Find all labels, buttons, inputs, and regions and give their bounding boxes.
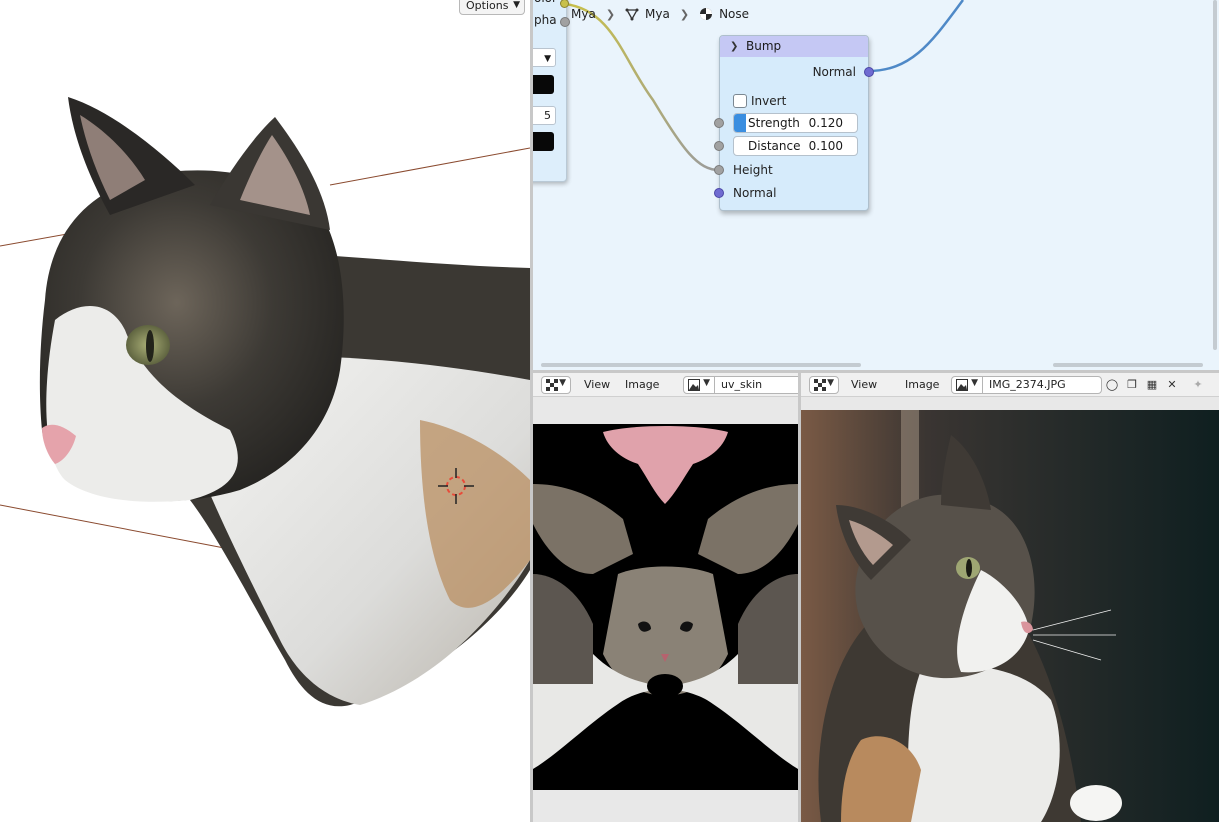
- image-name-field[interactable]: IMG_2374.JPG: [982, 376, 1102, 394]
- breadcrumb-mesh[interactable]: Mya: [645, 7, 670, 21]
- color-output-label: olor: [534, 0, 557, 5]
- cat-model-render: [0, 97, 530, 707]
- 3d-viewport[interactable]: Options ▼: [0, 0, 530, 822]
- strength-label: Strength: [748, 116, 800, 130]
- options-dropdown[interactable]: Options ▼: [459, 0, 525, 15]
- normal-output-label: Normal: [812, 65, 856, 79]
- chevron-down-icon: ▼: [544, 54, 551, 64]
- breadcrumb-material[interactable]: Nose: [719, 7, 749, 21]
- browse-image-button[interactable]: ▼: [951, 376, 983, 394]
- color-swatch-2[interactable]: [533, 132, 554, 151]
- chevron-right-icon: ❯: [679, 7, 690, 21]
- uv-image-editor[interactable]: ▼ View Image ▼ uv_skin: [533, 373, 798, 822]
- image-editor-icon: [546, 379, 558, 391]
- color-swatch[interactable]: [533, 75, 554, 94]
- distance-socket[interactable]: [714, 141, 724, 151]
- distance-field[interactable]: Distance 0.100: [733, 136, 858, 156]
- browse-image-button[interactable]: ▼: [683, 376, 715, 394]
- breadcrumb: Mya ❯ Mya ❯ Nose: [551, 5, 749, 23]
- distance-label: Distance: [748, 139, 801, 153]
- image-name-field[interactable]: uv_skin: [714, 376, 798, 394]
- close-icon[interactable]: ✕: [1163, 377, 1181, 393]
- value-field[interactable]: 5: [533, 106, 556, 125]
- normal-input-socket[interactable]: [714, 188, 724, 198]
- alpha-output-label: pha: [534, 13, 557, 27]
- horizontal-scrollbar[interactable]: [541, 363, 861, 367]
- menu-view[interactable]: View: [584, 378, 610, 391]
- chevron-right-icon: ❯: [605, 7, 616, 21]
- chevron-down-icon[interactable]: ❯: [730, 36, 738, 57]
- editor-type-button[interactable]: ▼: [541, 376, 571, 394]
- strength-slider[interactable]: Strength 0.120: [733, 113, 858, 133]
- bump-node-header[interactable]: ❯ Bump: [720, 36, 868, 57]
- bump-node-title: Bump: [746, 39, 782, 53]
- editor-type-button[interactable]: ▼: [809, 376, 839, 394]
- strength-slider-fill: [734, 114, 746, 132]
- node-links: [564, 0, 965, 172]
- material-icon: [700, 8, 713, 20]
- chevron-down-icon: ▼: [559, 378, 566, 388]
- open-folder-icon[interactable]: ▦: [1143, 377, 1161, 393]
- options-label: Options: [466, 0, 509, 12]
- invert-checkbox[interactable]: [733, 94, 747, 108]
- fake-user-shield-icon[interactable]: ◯: [1103, 377, 1121, 393]
- image-editor-icon: [814, 379, 826, 391]
- normal-output-socket[interactable]: [864, 67, 874, 77]
- breadcrumb-object[interactable]: Mya: [571, 7, 596, 21]
- alpha-socket[interactable]: [560, 17, 570, 27]
- normal-input-label: Normal: [733, 186, 777, 200]
- pin-icon[interactable]: ✦: [1189, 377, 1207, 393]
- reference-image-editor[interactable]: ▼ View Image ▼ IMG_2374.JPG ◯ ❐ ▦ ✕ ✦: [801, 373, 1219, 822]
- menu-image[interactable]: Image: [905, 378, 939, 391]
- bump-node[interactable]: ❯ Bump Normal Invert Strength 0.120 Dist…: [714, 35, 874, 211]
- height-input-label: Height: [733, 163, 773, 177]
- image-texture-node[interactable]: olor pha ▼ 5: [533, 0, 570, 182]
- image-icon: [956, 379, 968, 391]
- menu-view[interactable]: View: [851, 378, 877, 391]
- height-input-socket[interactable]: [714, 165, 724, 175]
- invert-label: Invert: [751, 94, 787, 108]
- chevron-down-icon: ▼: [703, 378, 710, 388]
- chevron-down-icon: ▼: [513, 0, 520, 10]
- distance-value: 0.100: [808, 139, 843, 153]
- uv-editor-header: ▼ View Image ▼ uv_skin: [533, 373, 798, 397]
- ref-editor-header: ▼ View Image ▼ IMG_2374.JPG ◯ ❐ ▦ ✕ ✦: [801, 373, 1219, 397]
- chevron-down-icon: ▼: [827, 378, 834, 388]
- chevron-down-icon: ▼: [971, 378, 978, 388]
- vertical-scrollbar[interactable]: [1213, 0, 1217, 350]
- horizontal-scrollbar-2[interactable]: [1053, 363, 1203, 367]
- duplicate-image-icon[interactable]: ❐: [1123, 377, 1141, 393]
- shader-node-editor[interactable]: Mya ❯ Mya ❯ Nose olor pha ▼ 5 ❯ Bump Nor…: [533, 0, 1219, 370]
- mesh-icon: [625, 8, 639, 21]
- reference-photo: [801, 410, 1219, 822]
- menu-image[interactable]: Image: [625, 378, 659, 391]
- interpolation-dropdown[interactable]: ▼: [533, 48, 556, 67]
- uv-texture-image: [533, 424, 798, 790]
- image-icon: [688, 379, 700, 391]
- strength-value: 0.120: [808, 116, 843, 130]
- strength-socket[interactable]: [714, 118, 724, 128]
